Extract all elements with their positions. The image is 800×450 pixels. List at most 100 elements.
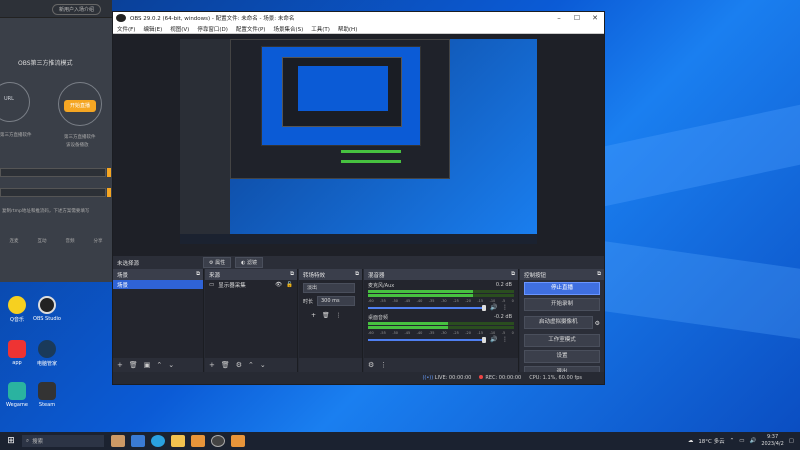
- desktop-icon-app[interactable]: app: [0, 340, 34, 366]
- filters-button[interactable]: ◐ 滤镜: [235, 257, 264, 268]
- undock-icon[interactable]: ⧉: [290, 271, 294, 278]
- app-taskbar-icon[interactable]: [231, 435, 245, 447]
- transitions-body: 淡出 时长 300 ms + 🗑 ⋮: [299, 280, 362, 358]
- lock-icon[interactable]: 🔓: [286, 282, 293, 288]
- taskbar-search[interactable]: ⌕ 搜索: [22, 435, 104, 447]
- volume-slider[interactable]: [368, 339, 484, 341]
- gear-icon[interactable]: ⚙: [236, 361, 242, 369]
- undock-icon[interactable]: ⧉: [355, 271, 359, 278]
- more-icon[interactable]: ⋮: [380, 361, 387, 369]
- add-icon[interactable]: +: [209, 361, 215, 369]
- settings-button[interactable]: 设置: [524, 350, 600, 363]
- status-bar: ((•)) LIVE: 00:00:00 REC: 00:00:00 CPU: …: [113, 372, 604, 384]
- bottom-item[interactable]: 连麦: [10, 238, 19, 244]
- broadcast-icon: ((•)): [422, 375, 434, 381]
- preview-obs-nested: [230, 39, 450, 179]
- url-option-circle[interactable]: [0, 82, 30, 122]
- meter-tick-label: -5: [501, 299, 506, 303]
- file-explorer-icon[interactable]: [171, 435, 185, 447]
- notification-icon[interactable]: ▢: [789, 438, 794, 444]
- undock-icon[interactable]: ⧉: [196, 271, 200, 278]
- menu-tools[interactable]: 工具(T): [307, 25, 334, 33]
- app-taskbar-icon[interactable]: [191, 435, 205, 447]
- desktop-icon-obs[interactable]: OBS Studio: [30, 296, 64, 322]
- start-virtual-camera-button[interactable]: 启动虚拟摄像机: [524, 316, 593, 329]
- menu-profile[interactable]: 配置文件(P): [232, 25, 270, 33]
- trash-icon[interactable]: 🗑: [129, 361, 138, 369]
- desktop-icon-qmusic[interactable]: Q音乐: [0, 296, 34, 323]
- eye-icon[interactable]: 👁: [275, 282, 282, 288]
- trash-icon[interactable]: 🗑: [221, 361, 230, 369]
- desktop-icon-steam[interactable]: Steam: [30, 382, 64, 408]
- move-down-icon[interactable]: ⌄: [260, 361, 266, 369]
- chevron-up-icon[interactable]: ⌃: [730, 438, 735, 444]
- transition-tools: + 🗑 ⋮: [311, 312, 342, 319]
- menubar: 文件(F) 编辑(E) 视图(V) 停靠窗口(D) 配置文件(P) 场景集合(S…: [113, 24, 604, 34]
- move-up-icon[interactable]: ⌃: [248, 361, 254, 369]
- properties-button[interactable]: ⚙ 属性: [203, 257, 232, 268]
- weather-text[interactable]: 18°C 多云: [698, 437, 724, 445]
- start-live-button[interactable]: 开始直播: [64, 100, 96, 112]
- desktop-icon-wegame[interactable]: Wegame: [0, 382, 34, 408]
- volume-knob[interactable]: [482, 337, 486, 343]
- duration-field[interactable]: 300 ms: [317, 296, 355, 306]
- stop-streaming-button[interactable]: 停止直播: [524, 282, 600, 295]
- undock-icon[interactable]: ⧉: [597, 271, 601, 278]
- mode-title: OBS第三方推流模式: [18, 60, 73, 67]
- source-item[interactable]: ▭ 显示器采集 👁 🔓: [205, 280, 297, 289]
- volume-knob[interactable]: [482, 305, 486, 311]
- bottom-item[interactable]: 互动: [38, 238, 47, 244]
- menu-view[interactable]: 视图(V): [166, 25, 193, 33]
- clock[interactable]: 9:37 2023/4/2: [761, 434, 783, 448]
- close-icon[interactable]: ✕: [586, 14, 604, 22]
- new-user-tab[interactable]: 新用户入场介绍: [52, 4, 102, 15]
- volume-slider[interactable]: [368, 307, 484, 309]
- menu-help[interactable]: 帮助(H): [334, 25, 361, 33]
- filter-icon[interactable]: ▣: [144, 361, 151, 369]
- more-icon[interactable]: ⋮: [502, 336, 508, 343]
- undock-icon[interactable]: ⧉: [511, 271, 515, 278]
- task-view-icon[interactable]: [131, 435, 145, 447]
- move-up-icon[interactable]: ⌃: [156, 361, 162, 369]
- channel-name: 麦克风/Aux: [368, 283, 395, 289]
- gear-icon[interactable]: ⚙: [368, 361, 374, 369]
- gear-icon[interactable]: ⚙: [595, 320, 600, 327]
- network-icon[interactable]: ▭: [739, 438, 744, 444]
- more-icon[interactable]: ⋮: [502, 304, 508, 311]
- start-recording-button[interactable]: 开始录制: [524, 298, 600, 311]
- speaker-icon[interactable]: 🔊: [490, 304, 497, 311]
- bottom-item[interactable]: 分享: [94, 238, 103, 244]
- obs-taskbar-icon[interactable]: [211, 435, 225, 447]
- studio-mode-button[interactable]: 工作室模式: [524, 334, 600, 347]
- desktop-icon-guard[interactable]: 电脑管家: [30, 340, 64, 367]
- clock-date: 2023/4/2: [761, 441, 784, 447]
- move-down-icon[interactable]: ⌄: [168, 361, 174, 369]
- meter-tick-label: -55: [380, 299, 386, 303]
- orange-marker: [107, 168, 111, 177]
- maximize-icon[interactable]: ☐: [568, 14, 586, 22]
- bottom-item[interactable]: 音频: [66, 238, 75, 244]
- stream-key-field[interactable]: [0, 188, 106, 197]
- minimize-icon[interactable]: –: [550, 14, 568, 22]
- scene-item[interactable]: 场景: [113, 280, 203, 289]
- app-taskbar-icon[interactable]: [111, 435, 125, 447]
- transition-select[interactable]: 淡出: [303, 283, 355, 293]
- rtmp-url-field[interactable]: [0, 168, 106, 177]
- steam-icon: [38, 382, 56, 400]
- add-icon[interactable]: +: [117, 361, 123, 369]
- preview-canvas[interactable]: [180, 39, 537, 244]
- record-dot-icon: [479, 375, 484, 379]
- windows-start-icon[interactable]: ⊞: [0, 436, 22, 446]
- menu-file[interactable]: 文件(F): [113, 25, 139, 33]
- trash-icon[interactable]: 🗑: [322, 312, 330, 319]
- weather-icon[interactable]: ☁: [688, 438, 694, 444]
- more-icon[interactable]: ⋮: [336, 312, 342, 319]
- menu-scene-collection[interactable]: 场景集合(S): [269, 25, 307, 33]
- speaker-icon[interactable]: 🔊: [490, 336, 497, 343]
- edge-browser-icon[interactable]: [151, 435, 165, 447]
- meter-tick-label: 0: [511, 299, 514, 303]
- add-icon[interactable]: +: [311, 312, 316, 319]
- menu-docks[interactable]: 停靠窗口(D): [193, 25, 232, 33]
- menu-edit[interactable]: 编辑(E): [139, 25, 166, 33]
- volume-icon[interactable]: 🔊: [749, 438, 756, 444]
